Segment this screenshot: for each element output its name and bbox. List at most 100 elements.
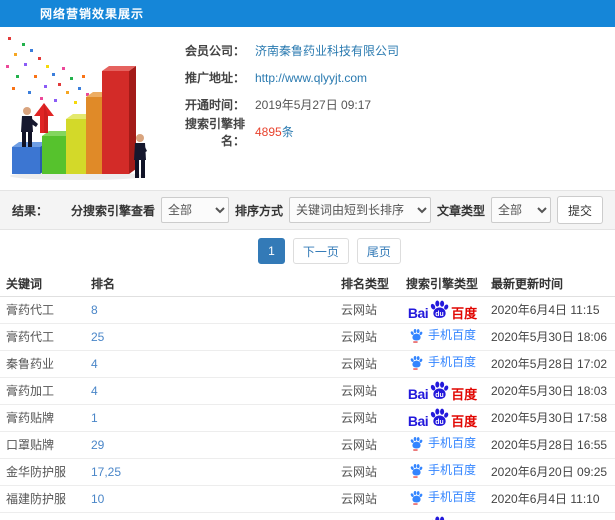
svg-text:du: du [435,310,443,317]
ranking-count-value: 4895条 [255,123,294,140]
rank-type-cell [335,512,400,520]
article-type-filter-label: 文章类型 [436,203,485,218]
keyword-cell: 福建防护服 [0,485,85,513]
pagination: 1 下一页 尾页 [22,230,615,272]
engine-filter-select[interactable]: 全部 [160,197,229,223]
rank-cell[interactable]: 10 [85,485,335,513]
member-company-row: 会员公司： 济南秦鲁药业科技有限公司 [170,37,615,64]
baidu-logo: Bai du 百度 [408,299,477,320]
engine-cell: Bai du 百度 [400,377,485,405]
member-company-link[interactable]: 济南秦鲁药业科技有限公司 [255,42,399,59]
results-table: 关键词 排名 排名类型 搜索引擎类型 最新更新时间 膏药代工 8 云网站 Bai… [0,272,615,520]
keyword-cell: 金华防护服 [0,458,85,486]
mobile-baidu-badge: 手机百度 [409,490,476,505]
mobile-baidu-paw-icon [410,490,423,505]
keyword-cell: 秦鲁药业 [0,350,85,378]
table-row: 口罩贴牌 29 云网站 手机百度 2020年5月28日 16:55 [0,431,615,459]
member-summary-section: 会员公司： 济南秦鲁药业科技有限公司 推广地址： http://www.qlyy… [0,27,615,184]
sort-filter-select[interactable]: 关键词由短到长排序 [288,197,431,223]
mobile-baidu-badge: 手机百度 [409,463,476,478]
page-title: 网络营销效果展示 [40,7,145,21]
promo-url-label: 推广地址： [184,71,245,85]
filter-bar: 结果： 分搜索引擎查看 全部 排序方式 关键词由短到长排序 文章类型 全部 提交 [0,190,615,230]
keyword-cell: 膏药代工 [0,296,85,324]
table-row: 膏药代工 8 云网站 Bai du 百度 2020年6月4日 11:15 [0,296,615,324]
ranking-count-row: 搜索引擎排名： 4895条 [170,117,615,148]
mobile-baidu-badge: 手机百度 [409,355,476,370]
mobile-baidu-paw-icon [410,328,423,343]
keyword-cell: 口罩贴牌 [0,431,85,459]
baidu-logo: Bai du 百度 [408,515,477,520]
engine-filter-label: 分搜索引擎查看 [70,203,155,218]
table-row: 膏药加工 4 云网站 Bai du 百度 2020年5月30日 18:03 [0,377,615,405]
rank-type-cell: 云网站 [335,323,400,351]
title-bar: 网络营销效果展示 [0,0,615,27]
engine-cell: 手机百度 [400,458,485,486]
rank-type-cell: 云网站 [335,377,400,405]
keyword-cell: 膏药贴牌 [0,404,85,432]
rank-cell[interactable]: 8 [85,296,335,324]
ranking-count-label: 搜索引擎排名： [184,116,245,148]
rank-cell[interactable]: 4 [85,377,335,405]
confetti-dots [6,37,97,108]
rank-type-cell: 云网站 [335,350,400,378]
table-row: 金华防护服 17,25 云网站 手机百度 2020年6月20日 09:25 [0,458,615,486]
rank-cell[interactable]: 4 [85,350,335,378]
member-info: 会员公司： 济南秦鲁药业科技有限公司 推广地址： http://www.qlyy… [170,27,615,148]
svg-text:du: du [435,418,443,425]
rank-cell[interactable] [85,512,335,520]
rank-cell[interactable]: 29 [85,431,335,459]
baidu-paw-icon: du [430,515,445,520]
header-engine-type: 搜索引擎类型 [400,272,485,297]
rank-type-cell: 云网站 [335,458,400,486]
rank-type-cell: 云网站 [335,404,400,432]
rank-type-cell: 云网站 [335,485,400,513]
results-table-body: 膏药代工 8 云网站 Bai du 百度 2020年6月4日 11:15 膏药代… [0,296,615,520]
page-button-current[interactable]: 1 [258,238,285,264]
baidu-paw-icon: du [430,380,449,398]
mobile-baidu-badge: 手机百度 [409,328,476,343]
rank-cell[interactable]: 1 [85,404,335,432]
rank-cell[interactable]: 17,25 [85,458,335,486]
businessman-left [21,107,38,147]
updated-cell [485,512,615,520]
promo-url-row: 推广地址： http://www.qlyyjt.com [170,64,615,91]
table-row: 膏药贴牌 1 云网站 Bai du 百度 2020年5月30日 17:58 [0,404,615,432]
keyword-cell: 膏药加工 [0,377,85,405]
member-company-label: 会员公司： [184,44,245,58]
table-row: 福建防护服 10 云网站 手机百度 2020年6月4日 11:10 [0,485,615,513]
updated-cell: 2020年5月30日 18:06 [485,323,615,351]
updated-cell: 2020年5月28日 16:55 [485,431,615,459]
updated-cell: 2020年6月4日 11:15 [485,296,615,324]
baidu-logo: Bai du 百度 [408,380,477,401]
mobile-baidu-paw-icon [410,355,423,370]
header-keyword: 关键词 [0,272,85,297]
keyword-cell: 膏药代工 [0,323,85,351]
header-rank: 排名 [85,272,335,297]
table-row: Bai du 百度 [0,512,615,520]
promo-url-link[interactable]: http://www.qlyyjt.com [255,71,367,85]
updated-cell: 2020年5月28日 17:02 [485,350,615,378]
last-page-button[interactable]: 尾页 [356,238,401,264]
rank-type-cell: 云网站 [335,431,400,459]
submit-button[interactable]: 提交 [556,196,603,224]
next-page-button[interactable]: 下一页 [292,238,349,264]
engine-cell: Bai du 百度 [400,296,485,324]
baidu-logo: Bai du 百度 [408,407,477,428]
engine-cell: Bai du 百度 [400,512,485,520]
mobile-baidu-paw-icon [410,463,423,478]
open-time-label: 开通时间： [184,98,245,112]
ranking-count-unit: 条 [281,125,294,139]
updated-cell: 2020年6月4日 11:10 [485,485,615,513]
up-arrow-icon [34,103,54,133]
svg-text:du: du [435,391,443,398]
ranking-count-number: 4895 [255,125,282,139]
rank-cell[interactable]: 25 [85,323,335,351]
filter-controls: 分搜索引擎查看 全部 排序方式 关键词由短到长排序 文章类型 全部 提交 [71,196,603,224]
growth-chart-illustration [6,37,147,180]
updated-cell: 2020年5月30日 18:03 [485,377,615,405]
article-type-filter-select[interactable]: 全部 [490,197,551,223]
engine-cell: 手机百度 [400,485,485,513]
table-header-row: 关键词 排名 排名类型 搜索引擎类型 最新更新时间 [0,272,615,297]
open-time-value: 2019年5月27日 09:17 [255,98,372,112]
